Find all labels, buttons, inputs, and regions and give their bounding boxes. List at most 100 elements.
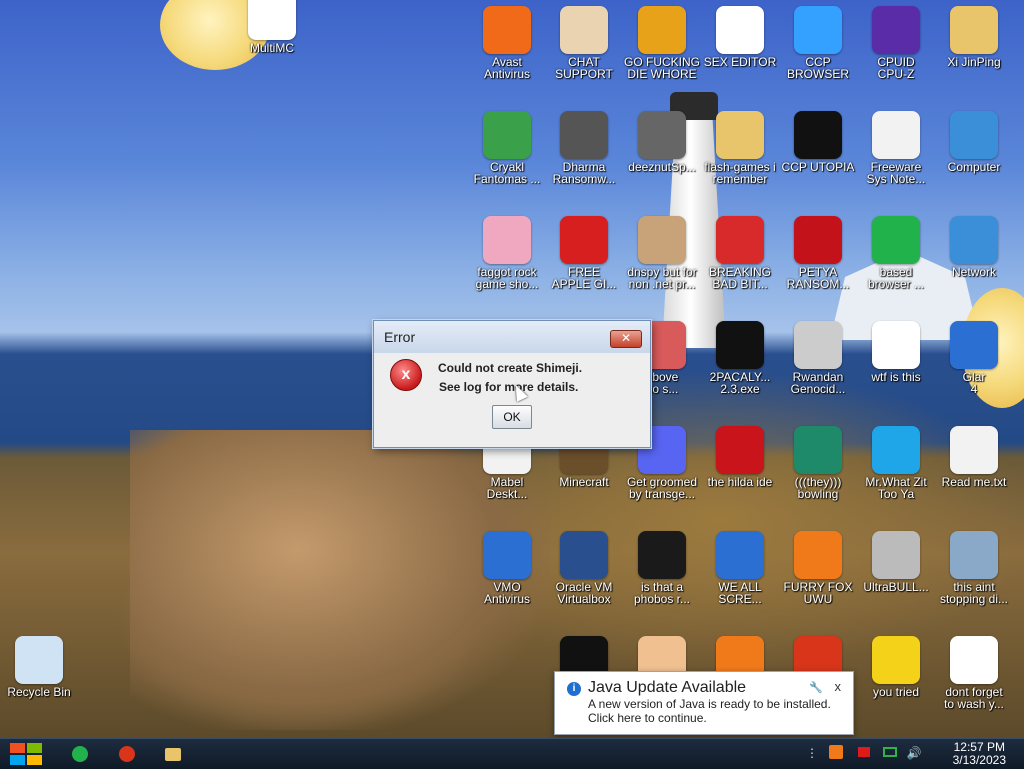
desktop-icon-label: Read me.txt [941,475,1007,489]
notification-line1: A new version of Java is ready to be ins… [588,697,831,711]
desktop-icon[interactable]: GO FUCKING DIE WHORE [623,6,701,80]
window-icon [483,111,531,159]
glar-icon [950,321,998,369]
dialog-titlebar[interactable]: Error [374,321,650,353]
desktop-icon-label: BREAKING BAD BIT... [708,265,771,291]
desktop-icon-label: wtf is this [871,370,921,384]
desktop-icon-label: PETYA RANSOM... [786,265,850,291]
network-icon [950,216,998,264]
desktop-icon[interactable]: dnspy but for non .net pr... [623,216,701,290]
text-file-icon [950,426,998,474]
desktop-icon-label: UltraBULL... [863,580,929,594]
desktop-icon[interactable]: Xi JinPing [935,6,1013,68]
icq-flower-icon [638,531,686,579]
volume-icon[interactable]: 🔊 [906,745,922,761]
notification-line2[interactable]: Click here to continue. [588,711,707,725]
error-dialog: Error ✕ x Could not create Shimeji. See … [373,320,651,448]
taskbar-notes-app[interactable] [68,743,92,765]
desktop-icon-label: Dharma Ransomw... [552,160,616,186]
desktop-icon[interactable]: CCP UTOPIA [779,111,857,173]
windows-stack-icon [638,111,686,159]
desktop-icon[interactable]: Cryakl Fantomas ... [468,111,546,185]
desktop-icon-label: Get groomed by transge... [626,475,698,501]
desktop-icon[interactable]: 2PACALY... 2.3.exe [701,321,779,395]
ok-button[interactable]: OK [492,405,532,429]
folder-icon [165,747,181,761]
desktop-icon[interactable]: MultiMC [233,0,311,54]
desktop-icon[interactable]: deeznutSp... [623,111,701,173]
printer-icon [950,531,998,579]
info-icon: i [567,682,581,696]
desktop-icon[interactable]: the hilda ide [701,426,779,488]
santa-ball-icon [794,426,842,474]
desktop-icon-label: Rwandan Genocid... [790,370,846,396]
desktop-icon[interactable]: Glar 4 [935,321,1013,395]
desktop-icon-label: Mr.What Zit Too Ya [865,475,927,501]
start-button[interactable] [8,742,44,766]
desktop-icon[interactable]: is that a phobos r... [623,531,701,605]
desktop-icon[interactable]: Mr.What Zit Too Ya [857,426,935,500]
desktop-icon[interactable]: Recycle Bin [0,636,78,698]
desktop-icon[interactable]: PETYA RANSOM... [779,216,857,290]
desktop-icon[interactable]: wtf is this [857,321,935,383]
desktop-icon[interactable]: Rwandan Genocid... [779,321,857,395]
error-message-line1: Could not create Shimeji. [438,361,583,375]
network-icon[interactable] [883,745,899,761]
desktop-icon[interactable]: UltraBULL... [857,531,935,593]
desktop-icon-label: Mabel Deskt... [486,475,528,501]
desktop-icon[interactable]: WE ALL SCRE... [701,531,779,605]
desktop-icon[interactable]: VMO Antivirus [468,531,546,605]
desktop-icon[interactable]: CPUID CPU-Z [857,6,935,80]
desktop-icon[interactable]: SEX EDITOR [701,6,779,68]
desktop-icon[interactable]: this aint stopping di... [935,531,1013,605]
desktop-icon[interactable]: based browser ... [857,216,935,290]
desktop-icon[interactable]: FURRY FOX UWU [779,531,857,605]
desktop-icon[interactable]: Freeware Sys Note... [857,111,935,185]
skype-icon [872,426,920,474]
flag-icon[interactable] [858,745,874,761]
desktop-icon[interactable]: CCP BROWSER [779,6,857,80]
desktop-icon-label: Xi JinPing [947,55,1001,69]
desktop-icon[interactable]: CHAT SUPPORT [545,6,623,80]
desktop-icon[interactable]: BREAKING BAD BIT... [701,216,779,290]
star-icon [872,636,920,684]
folder-icon [716,111,764,159]
dialog-close-button[interactable]: ✕ [610,330,642,348]
desktop-icon[interactable]: Dharma Ransomw... [545,111,623,185]
windows-logo-icon [10,755,25,765]
desktop-icon[interactable]: faggot rock game sho... [468,216,546,290]
desktop-icon[interactable]: (((they))) bowling [779,426,857,500]
error-message-line2: See log for more details. [439,380,579,394]
computer-icon [950,111,998,159]
desktop-icon-label: CPUID CPU-Z [877,55,915,81]
notification-close-button[interactable]: x [835,679,842,694]
desktop-icon-label: 2PACALY... 2.3.exe [709,370,771,396]
cmd-icon [716,321,764,369]
tray-overflow-icon[interactable]: ⋮ [804,745,820,761]
desktop-icon-label: this aint stopping di... [939,580,1009,606]
desktop-icon[interactable]: flash-games i remember [701,111,779,185]
java-tray-icon[interactable] [829,745,845,761]
desktop-icon[interactable]: Network [935,216,1013,278]
desktop-icon[interactable]: FREE APPLE GI... [545,216,623,290]
chrome-icon [119,746,135,762]
windows-logo-icon [27,743,42,753]
desktop-icon[interactable]: you tried [857,636,935,698]
desktop-icon[interactable]: dont forget to wash y... [935,636,1013,710]
desktop-icon[interactable]: Avast Antivirus [468,6,546,80]
java-update-notification[interactable]: i Java Update Available A new version of… [554,671,854,735]
desktop-icon[interactable]: Oracle VM Virtualbox [545,531,623,605]
desktop-icon-label: Glar 4 [962,370,986,396]
wrench-icon[interactable]: 🔧 [809,681,823,694]
desktop-icon-label: is that a phobos r... [633,580,691,606]
desktop-icon-label: dnspy but for non .net pr... [627,265,697,291]
desktop-icon[interactable]: Read me.txt [935,426,1013,488]
clock[interactable]: 12:57 PM 3/13/2023 [953,741,1006,767]
desktop-icon-label: dont forget to wash y... [944,685,1004,711]
folder-user-icon [950,6,998,54]
desktop-icon-label: MultiMC [250,41,294,55]
devcpp-icon [716,426,764,474]
desktop-icon[interactable]: Computer [935,111,1013,173]
taskbar-chrome[interactable] [115,743,139,765]
taskbar-file-explorer[interactable] [161,743,185,765]
